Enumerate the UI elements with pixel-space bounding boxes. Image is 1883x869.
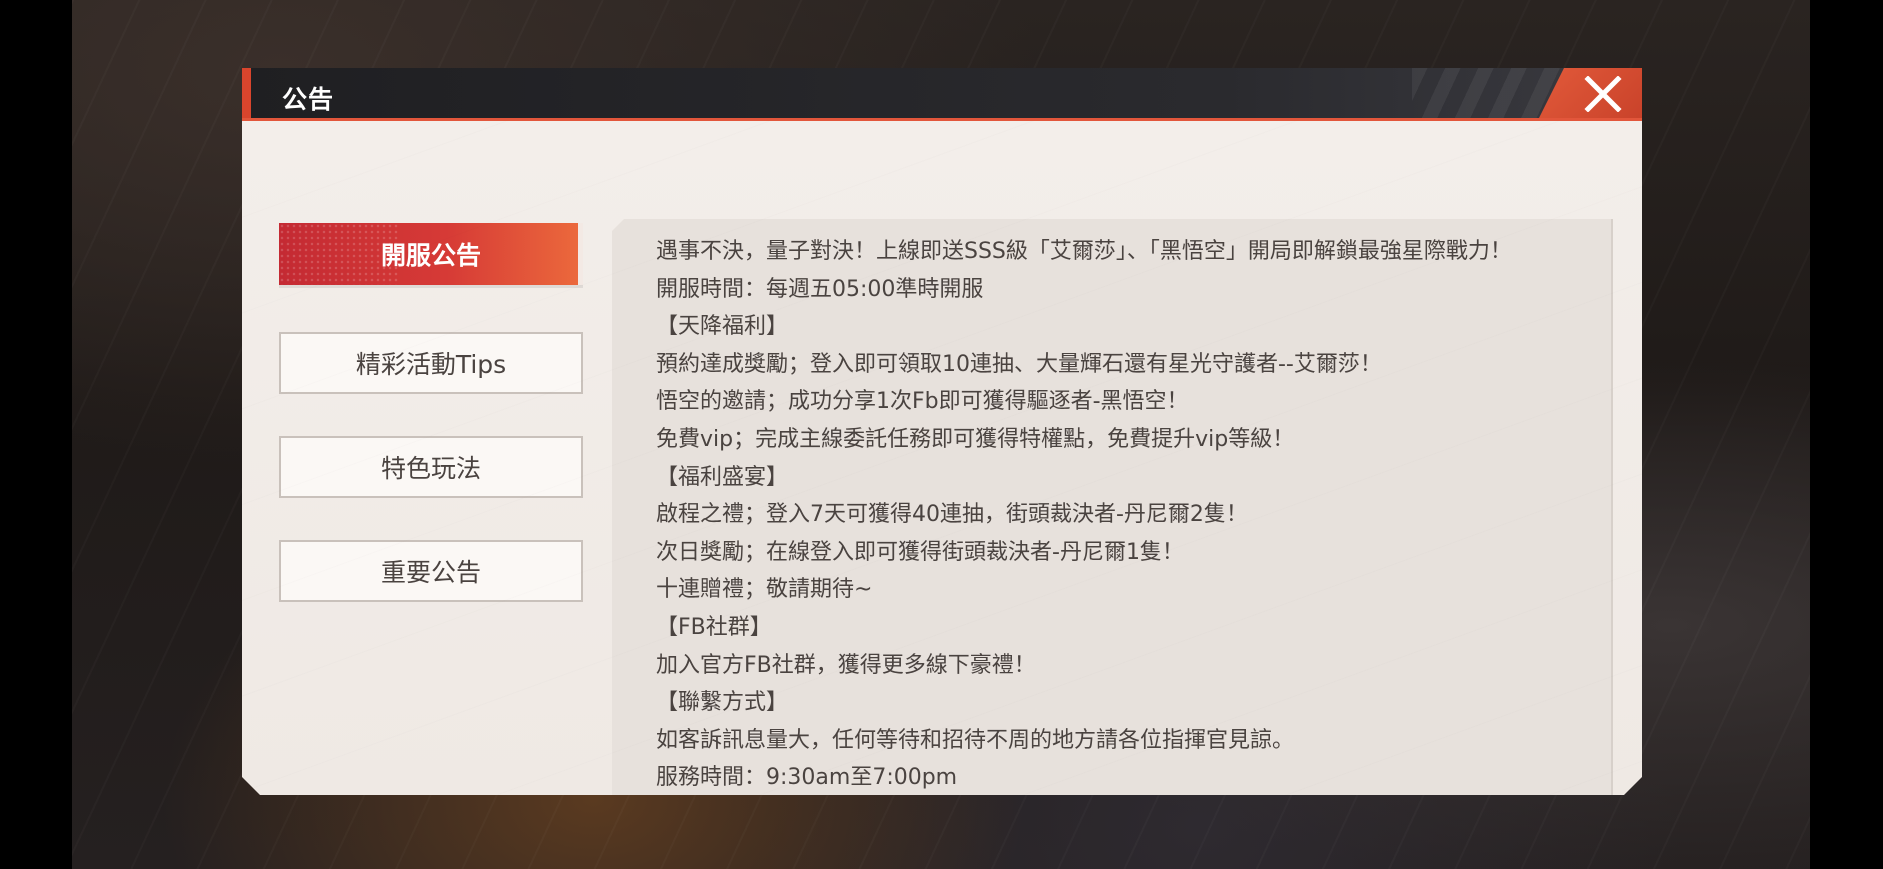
content-line: 悟空的邀請；成功分享1次Fb即可獲得驅逐者-黑悟空！ (656, 389, 1189, 415)
content-line: 【聯繫方式】 (656, 690, 789, 716)
content-line: 服務時間：9:30am至7:00pm (656, 765, 958, 791)
tab-important-notice[interactable]: 重要公告 (279, 540, 583, 602)
dialog-titlebar: 公告 (242, 68, 1642, 120)
content-line: 遇事不決，量子對決！上線即送SSS級「艾爾莎」、「黑悟空」開局即解鎖最強星際戰力… (656, 239, 1512, 264)
tab-features[interactable]: 特色玩法 (279, 436, 583, 498)
content-line: 免費vip；完成主線委託任務即可獲得特權點，免費提升vip等級！ (656, 426, 1295, 452)
tab-label: 特色玩法 (380, 454, 481, 483)
content-line: 啟程之禮；登入7天可獲得40連抽，街頭裁決者-丹尼爾2隻！ (656, 502, 1248, 528)
announcement-dialog: 公告 開服公告 精彩活動Tips 特色玩法 重要公告 遇事不決，量子對決！上線即… (242, 68, 1642, 798)
content-line: 如客訴訊息量大，任何等待和招待不周的地方請各位指揮官見諒。 (656, 727, 1295, 753)
announcement-content[interactable]: 遇事不決，量子對決！上線即送SSS級「艾爾莎」、「黑悟空」開局即解鎖最強星際戰力… (612, 219, 1613, 795)
tab-label: 精彩活動Tips (355, 350, 507, 379)
tab-label: 重要公告 (380, 558, 481, 587)
tab-event-tips[interactable]: 精彩活動Tips (279, 332, 583, 394)
content-line: 【天降福利】 (656, 314, 789, 340)
dialog-body: 開服公告 精彩活動Tips 特色玩法 重要公告 遇事不決，量子對決！上線即送SS… (242, 121, 1642, 795)
right-letterbox (1811, 0, 1883, 869)
titlebar-accent-line (242, 118, 1642, 121)
game-screen: 公告 開服公告 精彩活動Tips 特色玩法 重要公告 遇事不決，量子對決！上線即… (0, 0, 1883, 869)
content-line: 十連贈禮；敬請期待~ (656, 577, 873, 603)
content-line: 開服時間：每週五05:00準時開服 (656, 276, 984, 302)
content-line: 次日獎勵；在線登入即可獲得街頭裁決者-丹尼爾1隻！ (656, 539, 1184, 565)
tab-label: 開服公告 (380, 241, 481, 270)
content-line: 加入官方FB社群，獲得更多線下豪禮！ (656, 652, 1036, 678)
tab-server-launch-notice[interactable]: 開服公告 (279, 223, 583, 285)
close-x-icon (1584, 76, 1622, 112)
announcement-text: 遇事不決，量子對決！上線即送SSS級「艾爾莎」、「黑悟空」開局即解鎖最強星際戰力… (656, 233, 1576, 795)
content-line: 預約達成獎勵；登入即可領取10連抽、大量輝石還有星光守護者--艾爾莎！ (656, 351, 1382, 377)
content-line: 【福利盛宴】 (656, 464, 789, 490)
dialog-title: 公告 (282, 85, 335, 114)
left-letterbox (0, 0, 72, 869)
content-line: 【FB社群】 (656, 614, 772, 640)
